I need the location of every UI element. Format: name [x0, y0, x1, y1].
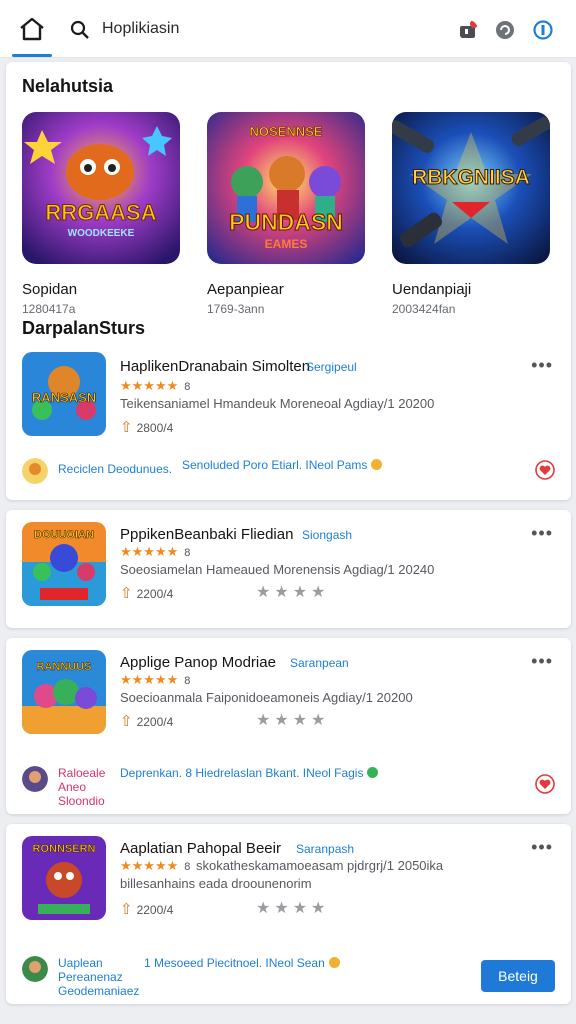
badge-icon: [371, 459, 383, 470]
avatar[interactable]: [22, 956, 48, 982]
featured-item[interactable]: RRGAASA WOODKEEKE Sopidan 1280417a: [22, 112, 180, 316]
app-description: Soecioanmala Faiponidoeamoneis Agdiay/1 …: [120, 690, 413, 705]
developer-link[interactable]: Uaplean Pereanenaz Geodemaniaez: [58, 956, 142, 998]
app-art-title: RANSASN: [32, 390, 96, 405]
download-icon: ⇧: [120, 585, 133, 602]
app-description: Soeosiamelan Hameaued Morenensis Agdiag/…: [120, 562, 435, 577]
home-icon[interactable]: [18, 16, 46, 42]
game-name: Aepanpiear: [207, 281, 284, 298]
app-description-line-2: billesanhains eada droounenorim: [120, 876, 312, 891]
download-icon: ⇧: [120, 713, 133, 730]
game-name: Uendanpiaji: [392, 281, 472, 298]
download-icon: ⇧: [120, 419, 133, 436]
app-art-title: RONNSERN: [33, 843, 96, 855]
app-art-title: DOUUOIAN: [34, 529, 94, 541]
more-options-icon[interactable]: •••: [531, 356, 553, 374]
rating-stars: ★★★★★ 8: [120, 544, 191, 559]
app-title[interactable]: HaplikenDranabain Simolten: [120, 358, 310, 375]
game-art-subtitle: WOODKEEKE: [68, 228, 135, 239]
refresh-icon[interactable]: [495, 20, 515, 40]
rating-stars: ★★★★★ 8: [120, 378, 191, 393]
game-meta: 2003424fan: [392, 302, 456, 316]
rate-stars[interactable]: ★★★★: [256, 898, 329, 918]
rate-stars[interactable]: ★★★★: [256, 582, 329, 602]
more-options-icon[interactable]: •••: [531, 838, 553, 856]
avatar[interactable]: [22, 458, 48, 484]
source-link[interactable]: Senoluded Poro Etiarl. INeol Pams: [182, 458, 383, 472]
rating-stars: ★★★★★ 8: [120, 672, 191, 687]
developer-link[interactable]: Raloeale Aneo Sloondio: [58, 766, 118, 808]
game-artwork[interactable]: RRGAASA WOODKEEKE: [22, 112, 180, 264]
rate-stars[interactable]: ★★★★: [256, 710, 329, 730]
source-link[interactable]: Deprenkan. 8 Hiedrelaslan Bkant. INeol F…: [120, 766, 379, 780]
game-art-title: RRGAASA: [45, 200, 156, 225]
app-category[interactable]: Saranpean: [290, 656, 349, 670]
app-card: RANNUUS Applige Panop Modriae Saranpean …: [6, 638, 571, 814]
game-meta: 1280417a: [22, 302, 76, 316]
rating-count: 8: [184, 861, 191, 873]
app-card: DOUUOIAN PppikenBeanbaki Fliedian Sionga…: [6, 510, 571, 628]
game-art-title: PUNDASN: [229, 209, 343, 235]
featured-item[interactable]: RBKGNIISA Uendanpiaji 2003424fan: [388, 112, 553, 316]
game-artwork[interactable]: RBKGNIISA: [388, 112, 553, 264]
game-name: Sopidan: [22, 281, 78, 298]
game-art-title: RBKGNIISA: [412, 166, 530, 189]
app-icon[interactable]: RANNUUS: [22, 650, 106, 734]
search-icon[interactable]: [70, 20, 90, 40]
app-title[interactable]: Aaplatian Pahopal Beeir: [120, 840, 281, 857]
app-title[interactable]: PppikenBeanbaki Fliedian: [120, 526, 293, 543]
source-link[interactable]: 1 Mesoeed Piecitnoel. INeol Sean: [144, 956, 340, 970]
search-input[interactable]: Hoplikiasin: [102, 20, 179, 38]
game-art-subtitle: EAMES: [265, 237, 308, 251]
app-category[interactable]: Sergipeul: [306, 360, 357, 374]
game-art-top: NOSENNSE: [250, 124, 323, 139]
home-tab-indicator: [12, 54, 52, 57]
rating-count: 8: [184, 547, 191, 559]
app-category[interactable]: Siongash: [302, 528, 352, 542]
avatar[interactable]: [22, 766, 48, 792]
download-count: ⇧ 2200/4: [120, 585, 174, 602]
app-description: skokatheskamamoeasam pjdrgrj/1 2050ika: [196, 858, 444, 873]
profile-icon[interactable]: [533, 20, 553, 40]
more-options-icon[interactable]: •••: [531, 524, 553, 542]
cart-icon[interactable]: [458, 20, 478, 40]
heart-icon[interactable]: [535, 460, 555, 480]
app-icon[interactable]: DOUUOIAN: [22, 522, 106, 606]
app-card: RONNSERN Aaplatian Pahopal Beeir Saranpa…: [6, 824, 571, 1004]
app-title[interactable]: Applige Panop Modriae: [120, 654, 276, 671]
badge-icon: [328, 957, 340, 968]
rating-count: 8: [184, 381, 191, 393]
rating-stars: ★★★★★ 8 skokatheskamamoeasam pjdrgrj/1 20…: [120, 858, 444, 873]
get-button[interactable]: Beteig: [481, 960, 555, 992]
download-icon: ⇧: [120, 901, 133, 918]
section-title: Nelahutsia: [22, 76, 114, 96]
rating-count: 8: [184, 675, 191, 687]
app-art-title: RANNUUS: [37, 661, 92, 673]
more-options-icon[interactable]: •••: [531, 652, 553, 670]
app-description: Teikensaniamel Hmandeuk Moreneoal Agdiay…: [120, 396, 435, 411]
game-meta: 1769-3ann: [207, 302, 265, 316]
download-count: ⇧ 2200/4: [120, 901, 174, 918]
download-count: ⇧ 2800/4: [120, 419, 174, 436]
app-icon[interactable]: RANSASN: [22, 352, 106, 436]
badge-icon: [367, 767, 379, 778]
top-bar: Hoplikiasin: [0, 0, 576, 58]
developer-link[interactable]: Reciclen Deodunues.: [58, 462, 172, 476]
featured-section: Nelahutsia RRGAASA WOODKEEKE Sopidan 128…: [6, 62, 571, 500]
featured-item[interactable]: NOSENNSE PUNDASN EAMES Aepanpiear 1769-3…: [207, 112, 365, 316]
app-icon[interactable]: RONNSERN: [22, 836, 106, 920]
download-count: ⇧ 2200/4: [120, 713, 174, 730]
section-title: DarpalanSturs: [22, 318, 146, 338]
game-artwork[interactable]: NOSENNSE PUNDASN EAMES: [207, 112, 365, 264]
heart-icon[interactable]: [535, 774, 555, 794]
app-category[interactable]: Saranpash: [296, 842, 354, 856]
